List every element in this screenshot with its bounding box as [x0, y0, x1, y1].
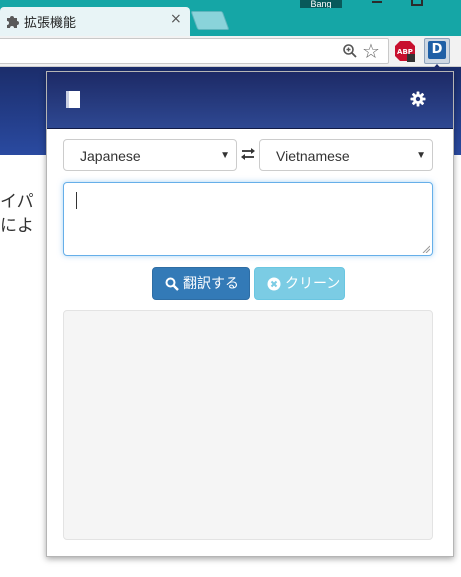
zoom-icon[interactable] [342, 43, 358, 59]
address-bar[interactable]: ☆ [0, 38, 389, 64]
bookmark-star-icon[interactable]: ☆ [362, 41, 380, 61]
window-titlebar: Bang 拡張機能 × [0, 0, 461, 36]
tab-close-icon[interactable]: × [170, 11, 182, 27]
target-language-select[interactable]: Vietnamese ▼ [259, 139, 433, 171]
resize-grip-icon[interactable] [422, 245, 430, 253]
source-language-select[interactable]: Japanese ▼ [63, 139, 237, 171]
adblock-icon[interactable]: ABP [394, 40, 416, 62]
browser-tab[interactable]: 拡張機能 × [0, 7, 190, 36]
translator-extension-icon[interactable]: D [424, 38, 450, 64]
minimize-icon[interactable] [368, 0, 388, 8]
chevron-down-icon: ▼ [416, 150, 426, 161]
tab-title: 拡張機能 [24, 16, 77, 31]
translate-button[interactable]: 翻訳する [152, 267, 250, 300]
search-icon [165, 277, 179, 291]
popup-header [47, 72, 453, 129]
page-text: イパ によ [0, 192, 34, 236]
source-text-input[interactable] [63, 182, 433, 256]
maximize-icon[interactable] [407, 0, 427, 8]
puzzle-icon [7, 16, 19, 28]
new-tab-button[interactable] [190, 11, 230, 30]
chevron-down-icon: ▼ [220, 150, 230, 161]
book-icon [66, 91, 80, 108]
translator-popup: Japanese ▼ Vietnamese ▼ 翻訳する クリーン [46, 71, 454, 557]
close-circle-icon [267, 277, 281, 291]
translation-result [63, 310, 433, 540]
swap-icon[interactable] [240, 147, 256, 161]
browser-toolbar: ☆ [0, 36, 461, 67]
profile-badge[interactable]: Bang [300, 0, 342, 8]
gear-icon[interactable] [410, 91, 426, 107]
text-caret [76, 192, 77, 209]
clear-button[interactable]: クリーン [254, 267, 345, 300]
